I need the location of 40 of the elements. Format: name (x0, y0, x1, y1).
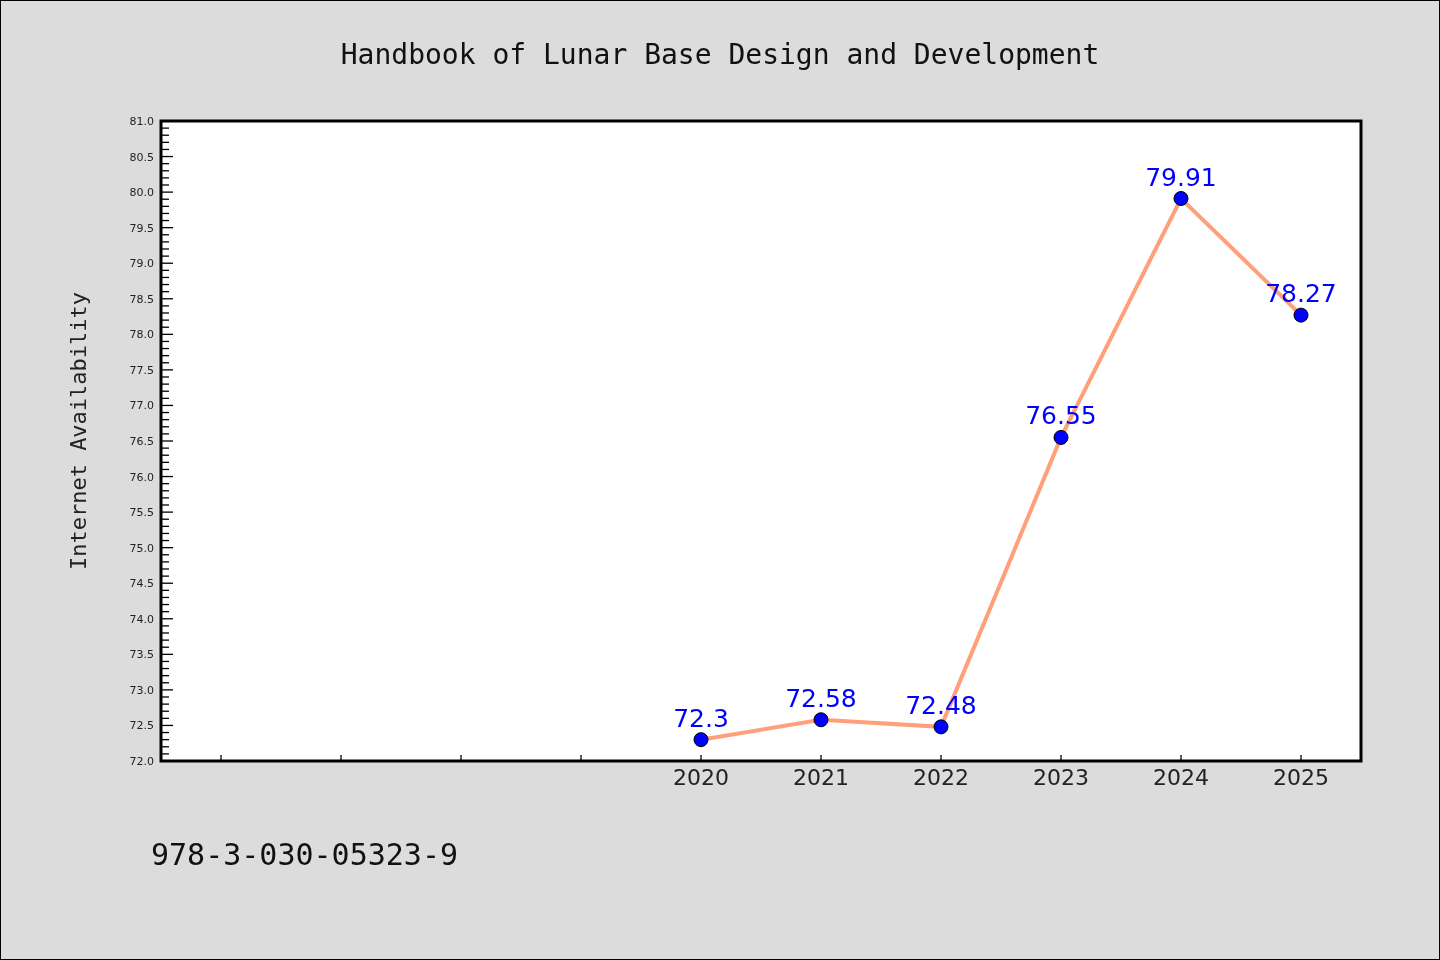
data-label: 78.27 (1265, 279, 1337, 309)
tick-label: 79.5 (129, 221, 154, 235)
tick-label: 72.5 (129, 719, 154, 733)
isbn-text: 978-3-030-05323-9 (151, 837, 459, 872)
tick-label: 73.0 (129, 683, 154, 697)
tick-label: 2023 (1033, 765, 1089, 790)
tick-label: 2021 (793, 765, 849, 790)
data-point (1173, 191, 1189, 206)
data-point (693, 732, 709, 748)
tick-label: 80.5 (129, 150, 154, 164)
tick-label: 76.0 (129, 470, 154, 484)
tick-label: 77.0 (129, 399, 154, 413)
tick-label: 72.0 (129, 755, 154, 768)
tick-label: 80.0 (129, 186, 154, 200)
data-label: 72.58 (785, 683, 857, 713)
tick-label: 78.5 (129, 292, 154, 306)
tick-label: 75.0 (129, 541, 154, 555)
tick-label: 77.5 (129, 363, 154, 377)
tick-label: 74.0 (129, 612, 154, 626)
data-point (813, 712, 829, 728)
tick-label: 2020 (673, 765, 729, 790)
chart-title: Handbook of Lunar Base Design and Development (340, 38, 1100, 71)
tick-label: 2022 (913, 765, 969, 790)
tick-label: 75.5 (129, 506, 154, 520)
tick-label: 2025 (1273, 765, 1329, 790)
data-label: 72.3 (673, 703, 729, 733)
data-point (1293, 307, 1309, 323)
tick-label: 81.0 (129, 115, 154, 128)
data-label: 79.91 (1145, 162, 1217, 192)
tick-label: 74.5 (129, 577, 154, 591)
tick-label: 79.0 (129, 257, 154, 271)
data-label: 76.55 (1025, 401, 1097, 431)
y-axis-label: Internet Availability (66, 291, 91, 571)
data-point (1053, 429, 1069, 445)
tick-label: 2024 (1153, 765, 1209, 790)
data-point (933, 719, 949, 735)
data-label: 72.48 (905, 690, 977, 720)
tick-label: 76.5 (129, 435, 154, 448)
tick-label: 73.5 (129, 648, 154, 662)
tick-label: 78.0 (129, 328, 154, 342)
